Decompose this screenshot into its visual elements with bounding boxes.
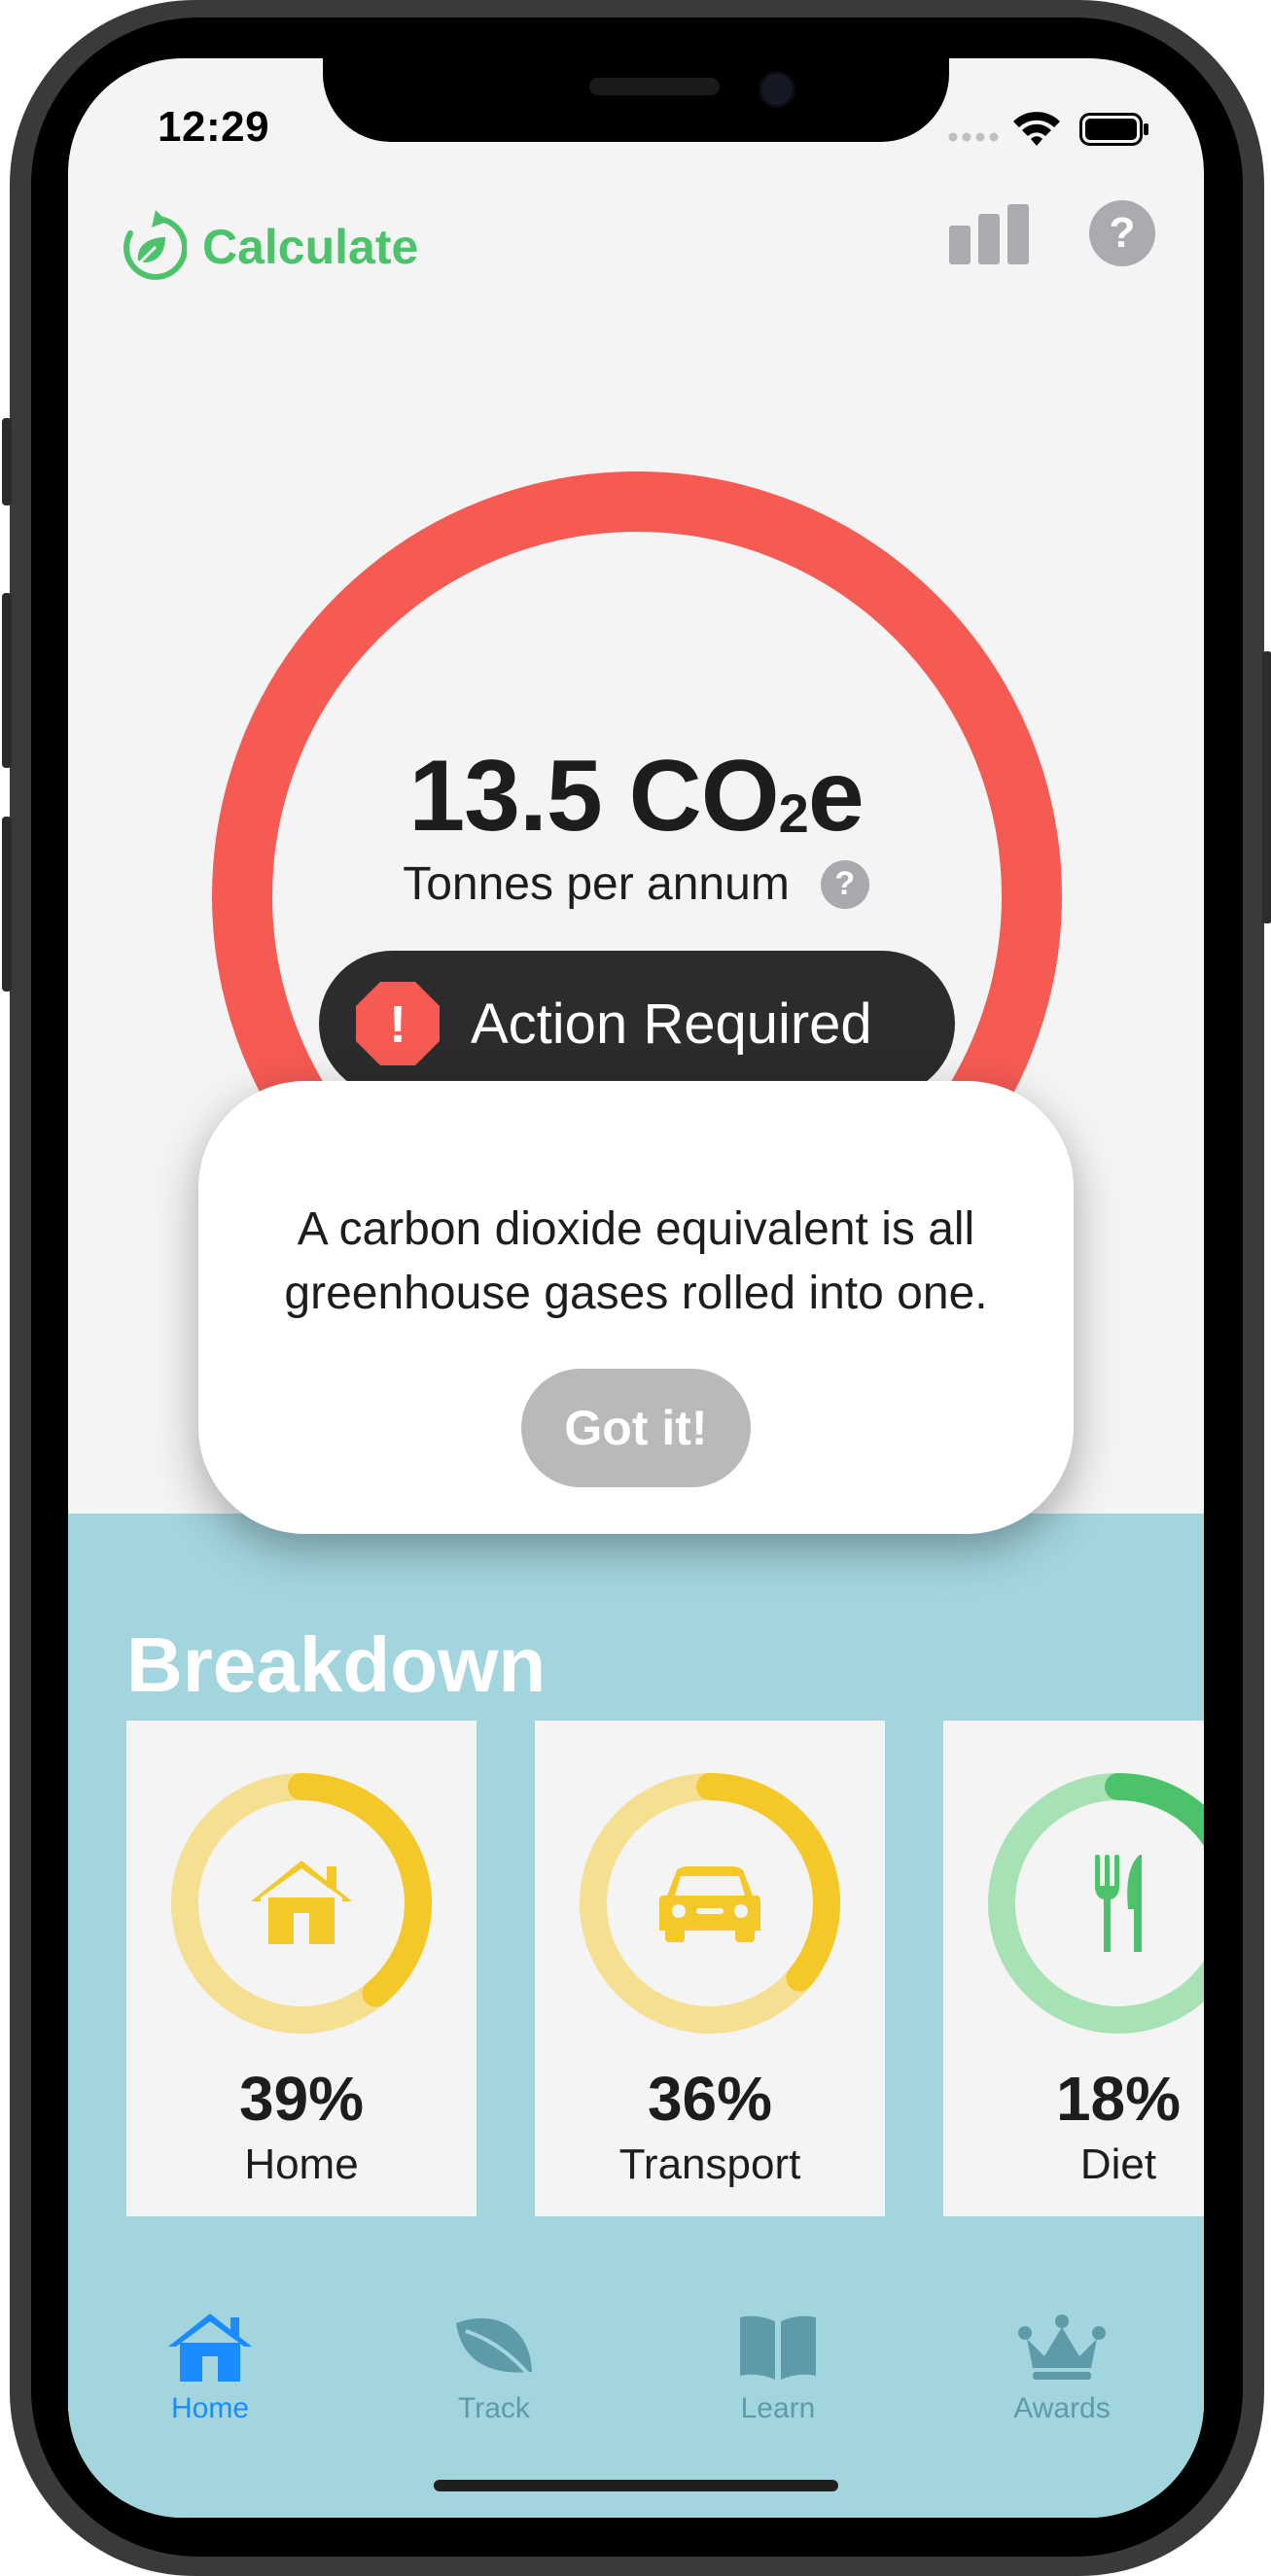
tab-learn-label: Learn bbox=[740, 2392, 816, 2424]
tab-learn[interactable]: Learn bbox=[690, 2314, 865, 2425]
action-required-label: Action Required bbox=[471, 992, 872, 1056]
refresh-leaf-icon bbox=[124, 210, 187, 280]
crown-icon bbox=[1018, 2315, 1106, 2380]
house-icon bbox=[251, 1861, 352, 1944]
car-icon bbox=[659, 1866, 760, 1942]
tab-home[interactable]: Home bbox=[123, 2314, 298, 2425]
breakdown-title: Breakdown bbox=[126, 1621, 547, 1708]
co2e-tooltip: A carbon dioxide equivalent is all greenh… bbox=[198, 1081, 1074, 1534]
got-it-button[interactable]: Got it! bbox=[521, 1369, 751, 1487]
breakdown-card-transport[interactable]: 36% Transport bbox=[535, 1721, 885, 2216]
app-screen: 12:29 Calculate ? 13.5 CO2e Tonnes per a… bbox=[68, 58, 1204, 2518]
tab-awards-label: Awards bbox=[1013, 2392, 1111, 2424]
help-button[interactable]: ? bbox=[1089, 200, 1155, 266]
transport-label: Transport bbox=[618, 2141, 801, 2188]
mute-switch bbox=[2, 418, 12, 505]
status-time: 12:29 bbox=[158, 103, 270, 151]
diet-percent: 18% bbox=[1055, 2064, 1182, 2134]
footprint-unit-label: Tonnes per annum bbox=[403, 858, 790, 910]
book-icon bbox=[740, 2315, 816, 2380]
diet-label: Diet bbox=[1079, 2141, 1157, 2188]
home-indicator bbox=[434, 2480, 838, 2491]
tab-awards[interactable]: Awards bbox=[974, 2314, 1149, 2425]
footprint-value: 13.5 CO2e bbox=[408, 740, 864, 853]
unit-help-icon[interactable]: ? bbox=[820, 859, 869, 909]
home-label: Home bbox=[244, 2141, 359, 2188]
cellular-signal-icon bbox=[948, 132, 999, 142]
volume-down-button bbox=[2, 817, 12, 992]
speaker-grille bbox=[589, 78, 720, 95]
tab-track-label: Track bbox=[458, 2392, 530, 2424]
volume-up-button bbox=[2, 593, 12, 768]
tooltip-text: A carbon dioxide equivalent is all greenh… bbox=[284, 1203, 988, 1319]
diet-donut bbox=[988, 1773, 1204, 2034]
wifi-icon bbox=[1013, 112, 1060, 146]
power-button bbox=[1262, 651, 1271, 923]
calculate-button[interactable]: Calculate bbox=[117, 208, 418, 286]
stats-icon[interactable] bbox=[949, 204, 1029, 264]
battery-icon bbox=[1079, 113, 1148, 146]
transport-donut bbox=[580, 1773, 840, 2034]
breakdown-card-home[interactable]: 39% Home bbox=[126, 1721, 477, 2216]
house-icon bbox=[168, 2314, 252, 2382]
alert-octagon-icon: ! bbox=[356, 982, 440, 1065]
svg-text:!: ! bbox=[389, 995, 406, 1054]
front-camera bbox=[759, 71, 795, 108]
top-bar: Calculate bbox=[68, 194, 1204, 301]
home-percent: 39% bbox=[238, 2064, 365, 2134]
notch bbox=[323, 58, 949, 142]
transport-percent: 36% bbox=[647, 2064, 773, 2134]
breakdown-card-diet[interactable]: 18% Diet bbox=[943, 1721, 1204, 2216]
action-required-badge[interactable]: ! Action Required bbox=[319, 951, 955, 1097]
calculate-label: Calculate bbox=[202, 220, 419, 274]
tab-home-label: Home bbox=[170, 2392, 250, 2424]
fork-knife-icon bbox=[1095, 1855, 1142, 1952]
tab-track[interactable]: Track bbox=[406, 2314, 582, 2425]
home-donut bbox=[171, 1773, 432, 2034]
leaf-icon bbox=[456, 2317, 532, 2376]
footprint-unit-row: Tonnes per annum ? bbox=[68, 857, 1204, 911]
tab-bar: Home Track Learn Awards bbox=[68, 2314, 1204, 2469]
